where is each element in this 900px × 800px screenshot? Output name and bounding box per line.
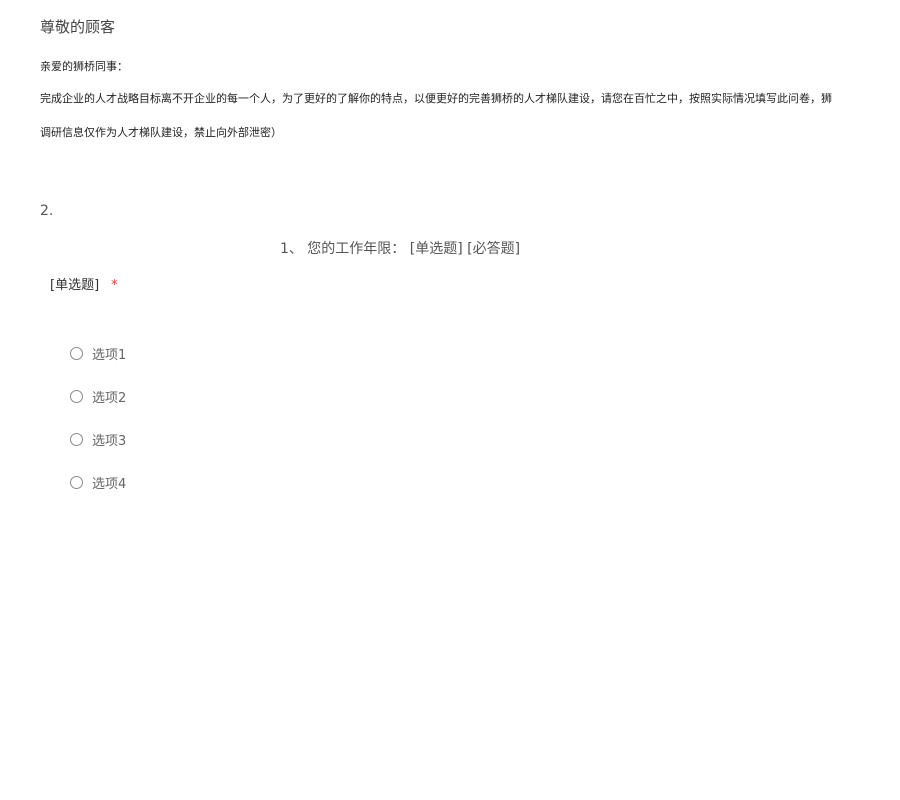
option-2[interactable]: 选项2 <box>70 386 126 406</box>
question-title: 1、 您的工作年限： [单选题] [必答题] <box>279 241 521 257</box>
required-marker: * <box>111 278 118 293</box>
intro-text-line-1: 完成企业的人才战略目标离不开企业的每一个人，为了更好的了解你的特点，以便更好的完… <box>40 92 832 105</box>
option-label: 选项4 <box>92 476 127 492</box>
option-label: 选项2 <box>92 390 127 406</box>
question-type-label: [单选题] <box>50 278 100 293</box>
intro-text-line-2: 调研信息仅作为人才梯队建设，禁止向外部泄密） <box>40 126 282 139</box>
question-type-row: [单选题] * <box>50 274 118 293</box>
radio-button-icon[interactable] <box>70 432 83 446</box>
option-label: 选项3 <box>92 433 127 449</box>
question-number: 2. <box>40 203 54 219</box>
option-label: 选项1 <box>92 347 127 363</box>
option-1[interactable]: 选项1 <box>70 343 126 363</box>
option-list: 选项1 选项2 选项3 选项4 <box>70 343 126 515</box>
survey-page: 尊敬的顾客 亲爱的狮桥同事： 完成企业的人才战略目标离不开企业的每一个人，为了更… <box>0 0 900 800</box>
page-title: 尊敬的顾客 <box>40 18 116 36</box>
radio-button-icon[interactable] <box>70 389 83 403</box>
radio-button-icon[interactable] <box>70 475 83 489</box>
radio-button-icon[interactable] <box>70 346 83 360</box>
intro-greeting: 亲爱的狮桥同事： <box>40 60 128 73</box>
option-3[interactable]: 选项3 <box>70 429 126 449</box>
option-4[interactable]: 选项4 <box>70 472 126 492</box>
